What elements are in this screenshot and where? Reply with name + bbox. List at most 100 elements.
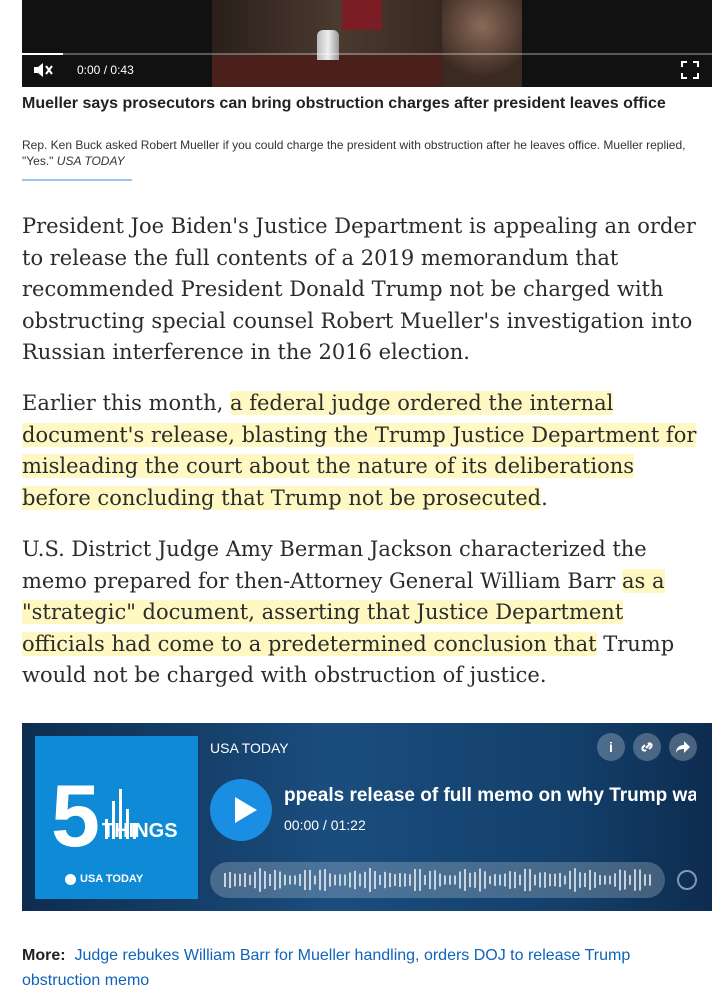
episode-title: ppeals release of full memo on why Trump… — [284, 785, 696, 806]
video-frame-detail — [342, 0, 382, 30]
paragraph-2-text-start: Earlier this month, — [22, 391, 230, 415]
waveform-bar — [474, 872, 476, 888]
waveform-bar — [589, 869, 591, 891]
waveform-bar — [494, 874, 496, 886]
video-frame-person — [442, 0, 522, 87]
waveform-bar — [479, 868, 481, 892]
waveform-bar — [334, 874, 336, 886]
podcast-cover-art: 5 THINGS USA TODAY — [35, 736, 198, 899]
waveform-bar — [504, 873, 506, 887]
waveform-bar — [254, 871, 256, 889]
waveform-bar — [369, 868, 371, 892]
video-time: 0:00 / 0:43 — [77, 63, 134, 77]
waveform-bar — [299, 873, 301, 887]
waveform-bar — [484, 871, 486, 889]
waveform-bar — [419, 869, 421, 891]
waveform-bar — [569, 870, 571, 890]
waveform-bar — [469, 872, 471, 888]
video-frame-bottle — [317, 30, 339, 60]
playback-speed-icon[interactable] — [677, 870, 697, 890]
waveform-bar — [324, 869, 326, 891]
waveform-bar — [424, 875, 426, 885]
waveform-bar — [289, 875, 291, 885]
waveform-bar — [624, 870, 626, 890]
more-label: More: — [22, 947, 66, 964]
waveform-bar — [349, 872, 351, 888]
waveform-bar — [519, 874, 521, 886]
waveform-bar — [239, 873, 241, 887]
usa-today-logo-icon — [65, 874, 76, 885]
waveform-bar — [524, 868, 526, 892]
waveform-bar — [394, 874, 396, 886]
waveform-bar — [279, 871, 281, 889]
waveform-bar — [449, 875, 451, 885]
waveform-bar — [224, 873, 226, 887]
waveform-bar — [374, 871, 376, 889]
fullscreen-icon[interactable] — [680, 60, 700, 80]
video-time-separator: / — [103, 63, 108, 77]
audio-waveform-scrubber[interactable] — [210, 862, 665, 898]
waveform-bar — [329, 873, 331, 887]
waveform-bar — [459, 871, 461, 889]
info-icon[interactable]: i — [597, 733, 625, 761]
waveform-bar — [389, 872, 391, 888]
waveform-bar — [434, 870, 436, 890]
waveform-bar — [529, 869, 531, 891]
waveform-bar — [304, 869, 306, 891]
waveform-bar — [509, 871, 511, 889]
paragraph-2-text-end: . — [541, 485, 548, 510]
waveform-bar — [464, 869, 466, 891]
waveform-bar — [554, 873, 556, 887]
share-arrow-icon[interactable] — [669, 733, 697, 761]
waveform-bar — [579, 872, 581, 888]
waveform-bar — [384, 871, 386, 889]
cover-word: THINGS — [102, 820, 178, 842]
waveform-bar — [489, 875, 491, 885]
video-caption-description: Rep. Ken Buck asked Robert Mueller if yo… — [22, 137, 702, 169]
waveform-bar — [649, 874, 651, 886]
waveform-bar — [564, 875, 566, 885]
video-time-current: 0:00 — [77, 63, 101, 77]
waveform-bar — [634, 869, 636, 891]
waveform-bar — [234, 873, 236, 887]
waveform-bar — [614, 873, 616, 887]
article-paragraph-3: U.S. District Judge Amy Berman Jackson c… — [22, 534, 702, 692]
waveform-bar — [539, 872, 541, 888]
waveform-bar — [629, 875, 631, 885]
waveform-bar — [409, 874, 411, 886]
waveform-bar — [354, 870, 356, 890]
waveform-bar — [534, 874, 536, 886]
waveform-bar — [559, 872, 561, 888]
play-button[interactable] — [210, 779, 272, 841]
podcast-publisher: USA TODAY — [210, 740, 289, 756]
waveform-bar — [309, 869, 311, 891]
waveform-bar — [244, 872, 246, 888]
video-player[interactable]: 0:00 / 0:43 — [22, 0, 712, 87]
waveform-bar — [644, 874, 646, 886]
waveform-bar — [414, 869, 416, 891]
waveform-bar — [609, 875, 611, 885]
link-icon[interactable] — [633, 733, 661, 761]
cover-brand: USA TODAY — [80, 873, 144, 885]
video-progress-fill — [22, 53, 64, 55]
waveform-bar — [264, 871, 266, 889]
related-article-link[interactable]: Judge rebukes William Barr for Mueller h… — [22, 947, 630, 989]
episode-time: 00:00 / 01:22 — [284, 817, 366, 833]
waveform-bar — [619, 869, 621, 891]
waveform-bar — [269, 873, 271, 887]
waveform-bar — [294, 875, 296, 885]
waveform-bar — [359, 873, 361, 887]
muted-speaker-icon[interactable] — [32, 60, 56, 82]
waveform-bar — [314, 875, 316, 885]
waveform-bar — [574, 868, 576, 892]
video-progress-bar[interactable] — [22, 53, 712, 55]
play-icon — [235, 797, 257, 823]
waveform-bar — [594, 872, 596, 888]
cover-number: 5 — [51, 766, 100, 865]
waveform-bar — [549, 873, 551, 887]
waveform-bar — [364, 871, 366, 889]
waveform-bar — [499, 874, 501, 886]
waveform-bar — [444, 875, 446, 885]
waveform-bar — [319, 869, 321, 891]
podcast-player: 5 THINGS USA TODAY USA TODAY i ppeals re… — [22, 723, 712, 911]
